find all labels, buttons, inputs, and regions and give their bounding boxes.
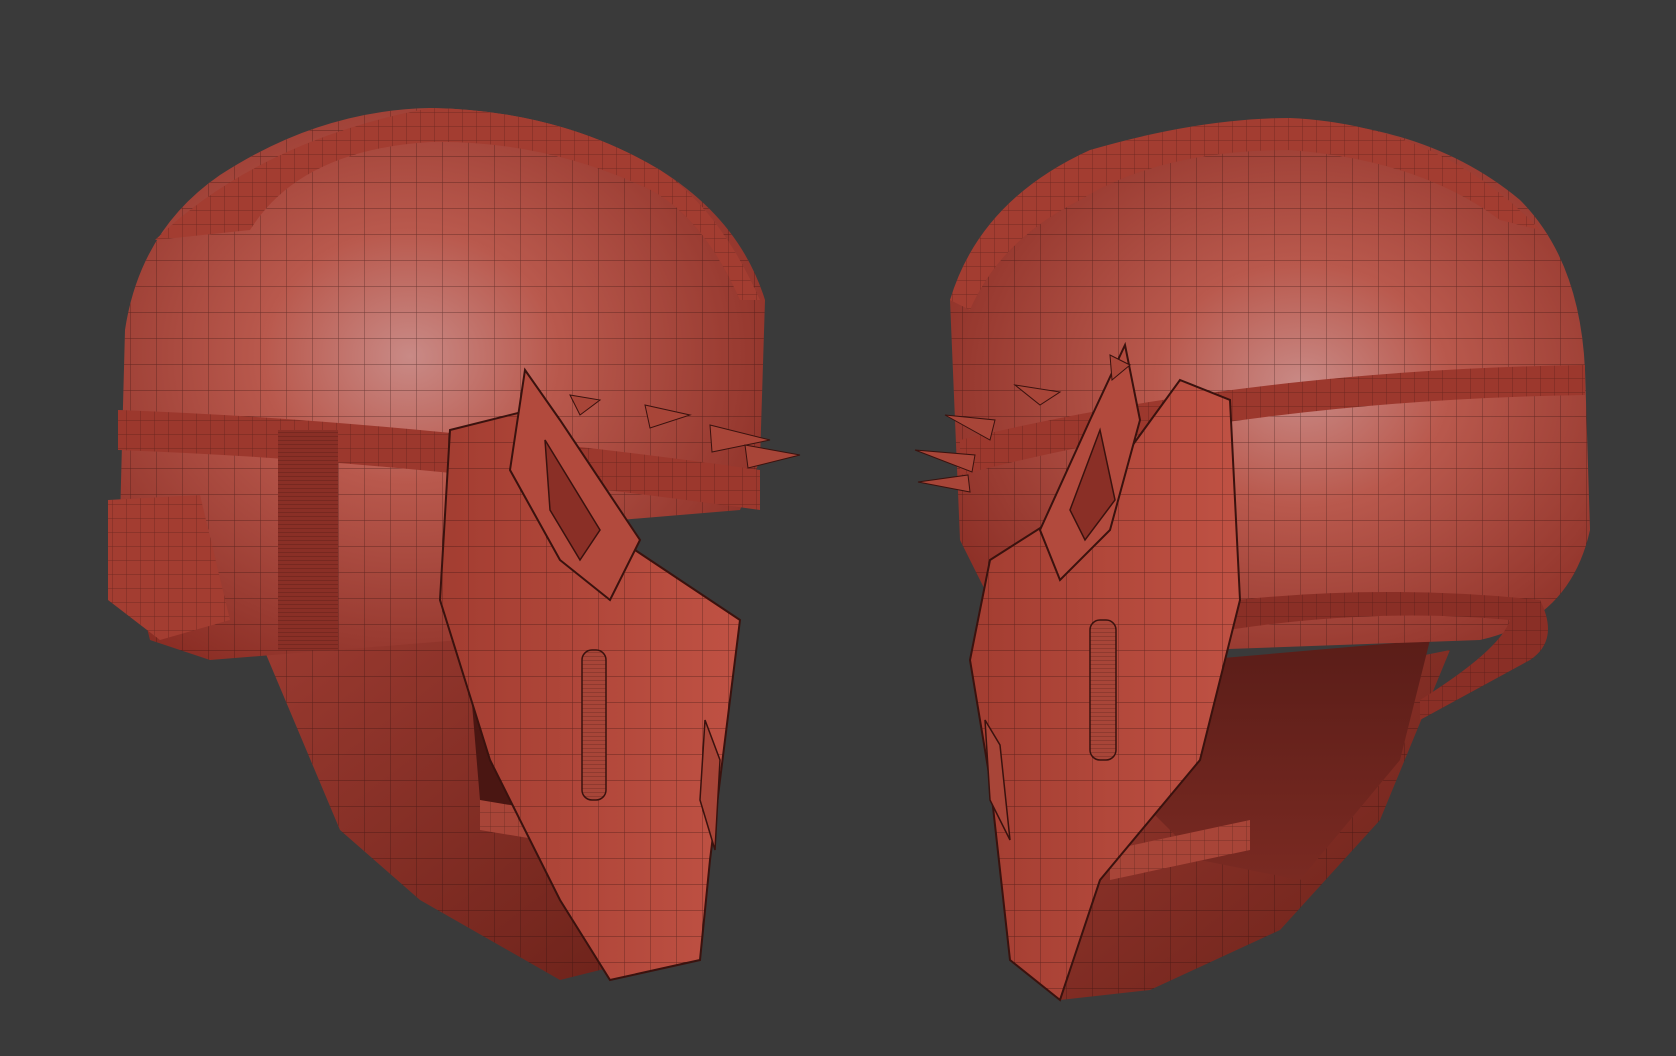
helmet-right <box>914 118 1590 1002</box>
helmet-left <box>108 108 801 982</box>
3d-viewport[interactable] <box>0 0 1676 1056</box>
helmet-render <box>108 108 1590 1002</box>
